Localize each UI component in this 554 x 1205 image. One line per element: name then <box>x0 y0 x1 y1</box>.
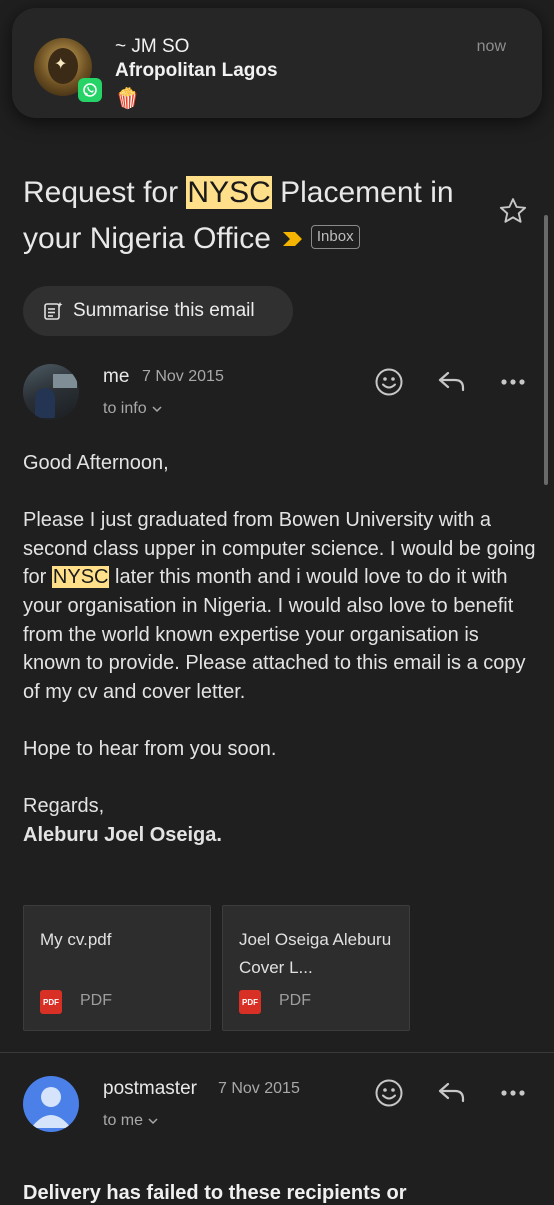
summarise-icon <box>43 301 63 321</box>
message-date: 7 Nov 2015 <box>218 1080 300 1097</box>
recipients-toggle[interactable]: to info <box>103 400 162 418</box>
search-highlight: NYSC <box>51 566 110 589</box>
important-marker-icon[interactable] <box>281 217 305 263</box>
sender-avatar[interactable] <box>23 1076 79 1132</box>
recipients-toggle[interactable]: to me <box>103 1112 158 1130</box>
attachment-name: My cv.pdf <box>40 930 112 949</box>
chevron-down-icon <box>152 405 162 413</box>
notification-title: ~ JM SO <box>115 36 190 57</box>
message-divider <box>0 1052 554 1053</box>
sparkle-icon: ✦ <box>54 56 68 73</box>
reply-icon[interactable] <box>434 364 470 400</box>
star-icon[interactable] <box>498 196 528 231</box>
message-body: Good Afternoon, Please I just graduated … <box>23 449 538 849</box>
email-subject: Request for NYSC Placement in your Niger… <box>23 170 483 263</box>
more-options-icon[interactable] <box>495 1075 531 1111</box>
scrollbar[interactable] <box>544 215 548 485</box>
whatsapp-icon <box>78 78 102 102</box>
more-options-icon[interactable] <box>495 364 531 400</box>
attachment-type: PDF <box>80 992 112 1009</box>
subject-text-start: Request for <box>23 176 187 209</box>
sender-name[interactable]: me <box>103 366 129 388</box>
signature-name: Aleburu Joel Oseiga. <box>23 823 222 846</box>
notification-message: 🍿 <box>115 88 140 110</box>
sender-avatar[interactable] <box>23 364 79 420</box>
message-date: 7 Nov 2015 <box>142 368 224 385</box>
sender-name[interactable]: postmaster <box>103 1078 197 1100</box>
message-preview: Delivery has failed to these recipients … <box>23 1182 407 1204</box>
attachment-card[interactable]: My cv.pdf PDF PDF <box>23 905 211 1031</box>
attachment-type: PDF <box>279 992 311 1009</box>
attachment-card[interactable]: Joel Oseiga Aleburu Cover L... PDF PDF <box>222 905 410 1031</box>
default-person-icon <box>31 1087 71 1128</box>
chevron-down-icon <box>148 1117 158 1125</box>
notification-banner[interactable]: ✦ ~ JM SO Afropolitan Lagos 🍿 now <box>12 8 542 118</box>
inbox-label[interactable]: Inbox <box>310 225 360 250</box>
attachment-name: Joel Oseiga Aleburu Cover L... <box>239 930 392 977</box>
emoji-reaction-icon[interactable] <box>371 364 407 400</box>
notification-group-name: Afropolitan Lagos <box>115 60 278 81</box>
search-highlight: NYSC <box>186 176 272 209</box>
recipients-text: to info <box>103 400 147 417</box>
pdf-icon: PDF <box>239 990 261 1014</box>
emoji-reaction-icon[interactable] <box>371 1075 407 1111</box>
summarise-label: Summarise this email <box>73 300 255 321</box>
closing-text: Hope to hear from you soon. <box>23 737 277 760</box>
regards-text: Regards, <box>23 795 105 818</box>
greeting-text: Good Afternoon, <box>23 452 169 474</box>
notification-time: now <box>476 38 506 55</box>
body-paragraph: Please I just graduated from Bowen Unive… <box>23 506 538 706</box>
pdf-icon: PDF <box>40 990 62 1014</box>
recipients-text: to me <box>103 1112 144 1129</box>
summarise-email-button[interactable]: Summarise this email <box>23 286 293 336</box>
avatar-photo-person <box>35 388 55 418</box>
reply-icon[interactable] <box>434 1075 470 1111</box>
signature: Aleburu Joel Oseiga. <box>23 821 538 850</box>
avatar-photo-detail <box>53 374 77 388</box>
